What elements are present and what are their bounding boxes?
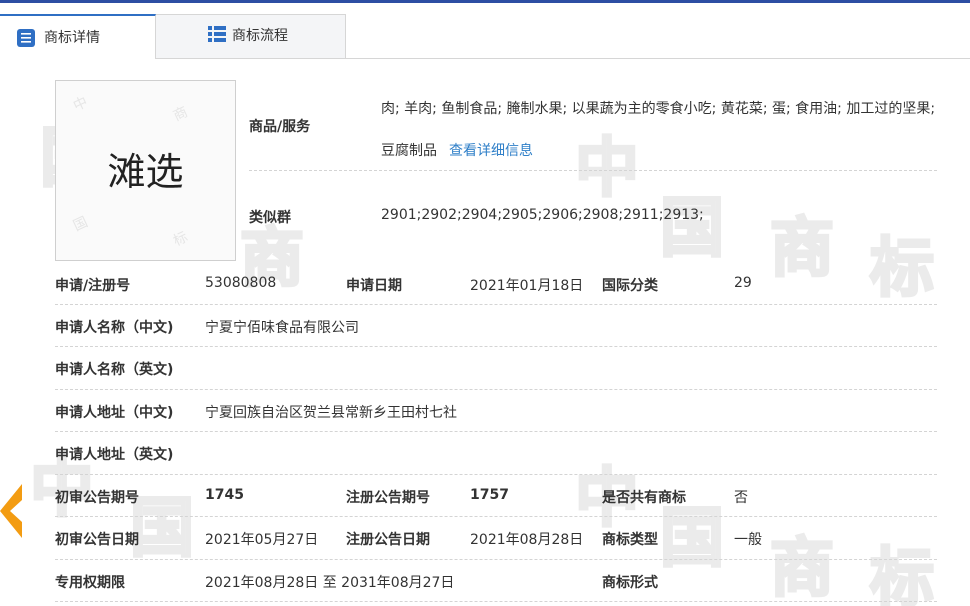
document-list-icon	[17, 29, 35, 47]
watermark-glyph: 国	[660, 502, 724, 576]
prelim-date-label: 初审公告日期	[55, 532, 139, 548]
address-cn-value: 宁夏回族自治区贺兰县常新乡王田村七社	[205, 405, 457, 421]
prelim-no-value: 1745	[205, 487, 244, 503]
watermark-glyph: 标	[171, 229, 190, 249]
intl-class-value: 29	[734, 275, 752, 291]
view-details-link[interactable]: 查看详细信息	[449, 143, 533, 159]
divider	[55, 601, 937, 602]
tab-trademark-process[interactable]: 商标流程	[156, 14, 346, 58]
top-accent-line	[0, 0, 970, 3]
tm-type-label: 商标类型	[602, 532, 658, 548]
reg-pub-no-label: 注册公告期号	[346, 490, 430, 506]
reg-pub-no-value: 1757	[470, 487, 509, 503]
tab-trademark-details[interactable]: 商标详情	[0, 14, 156, 59]
watermark-glyph: 标	[870, 232, 934, 306]
watermark-glyph: 标	[870, 542, 934, 606]
trademark-image: 中 商 国 标 滩选	[55, 80, 236, 261]
address-en-label: 申请人地址（英文)	[55, 447, 174, 463]
divider	[55, 304, 937, 305]
chevron-left-icon[interactable]	[0, 484, 22, 538]
prelim-no-label: 初审公告期号	[55, 490, 139, 506]
watermark-glyph: 商	[171, 104, 190, 124]
watermark-glyph: 国	[660, 192, 724, 266]
divider	[55, 516, 937, 517]
divider	[55, 346, 937, 347]
reg-no-value: 53080808	[205, 275, 277, 291]
reg-pub-date-label: 注册公告日期	[346, 532, 430, 548]
grid-list-icon	[208, 26, 226, 42]
prelim-date-value: 2021年05月27日	[205, 532, 319, 548]
intl-class-label: 国际分类	[602, 278, 658, 294]
similar-group-value: 2901;2902;2904;2905;2906;2908;2911;2913;	[381, 207, 704, 223]
watermark-glyph: 商	[770, 532, 834, 606]
divider	[55, 559, 937, 560]
tab-bar: 商标详情 商标流程	[0, 14, 970, 59]
tab-label: 商标流程	[232, 28, 288, 44]
applicant-en-label: 申请人名称（英文)	[55, 362, 174, 378]
reg-no-label: 申请/注册号	[55, 278, 131, 294]
applicant-cn-value: 宁夏宁佰味食品有限公司	[205, 320, 359, 336]
shared-value: 否	[734, 490, 748, 506]
trademark-logo-text: 滩选	[107, 150, 184, 194]
divider	[55, 474, 937, 475]
divider	[249, 170, 937, 171]
tm-type-value: 一般	[734, 532, 762, 548]
goods-label: 商品/服务	[249, 119, 311, 135]
watermark-glyph: 国	[130, 492, 194, 566]
exclusive-label: 专用权期限	[55, 575, 125, 591]
goods-value: 肉; 羊肉; 鱼制食品; 腌制水果; 以果蔬为主的零食小吃; 黄花菜; 蛋; 食…	[381, 88, 941, 172]
apply-date-label: 申请日期	[346, 278, 402, 294]
reg-pub-date-value: 2021年08月28日	[470, 532, 584, 548]
applicant-cn-label: 申请人名称（中文)	[55, 320, 174, 336]
shared-label: 是否共有商标	[602, 490, 686, 506]
tm-form-label: 商标形式	[602, 575, 658, 591]
watermark-glyph: 商	[770, 212, 834, 286]
divider	[55, 389, 937, 390]
tab-label: 商标详情	[44, 30, 100, 46]
watermark-glyph: 国	[71, 214, 90, 234]
divider	[55, 431, 937, 432]
apply-date-value: 2021年01月18日	[470, 278, 584, 294]
address-cn-label: 申请人地址（中文)	[55, 405, 174, 421]
similar-group-label: 类似群	[249, 210, 291, 226]
exclusive-value: 2021年08月28日 至 2031年08月27日	[205, 575, 455, 591]
watermark-glyph: 中	[71, 94, 90, 114]
